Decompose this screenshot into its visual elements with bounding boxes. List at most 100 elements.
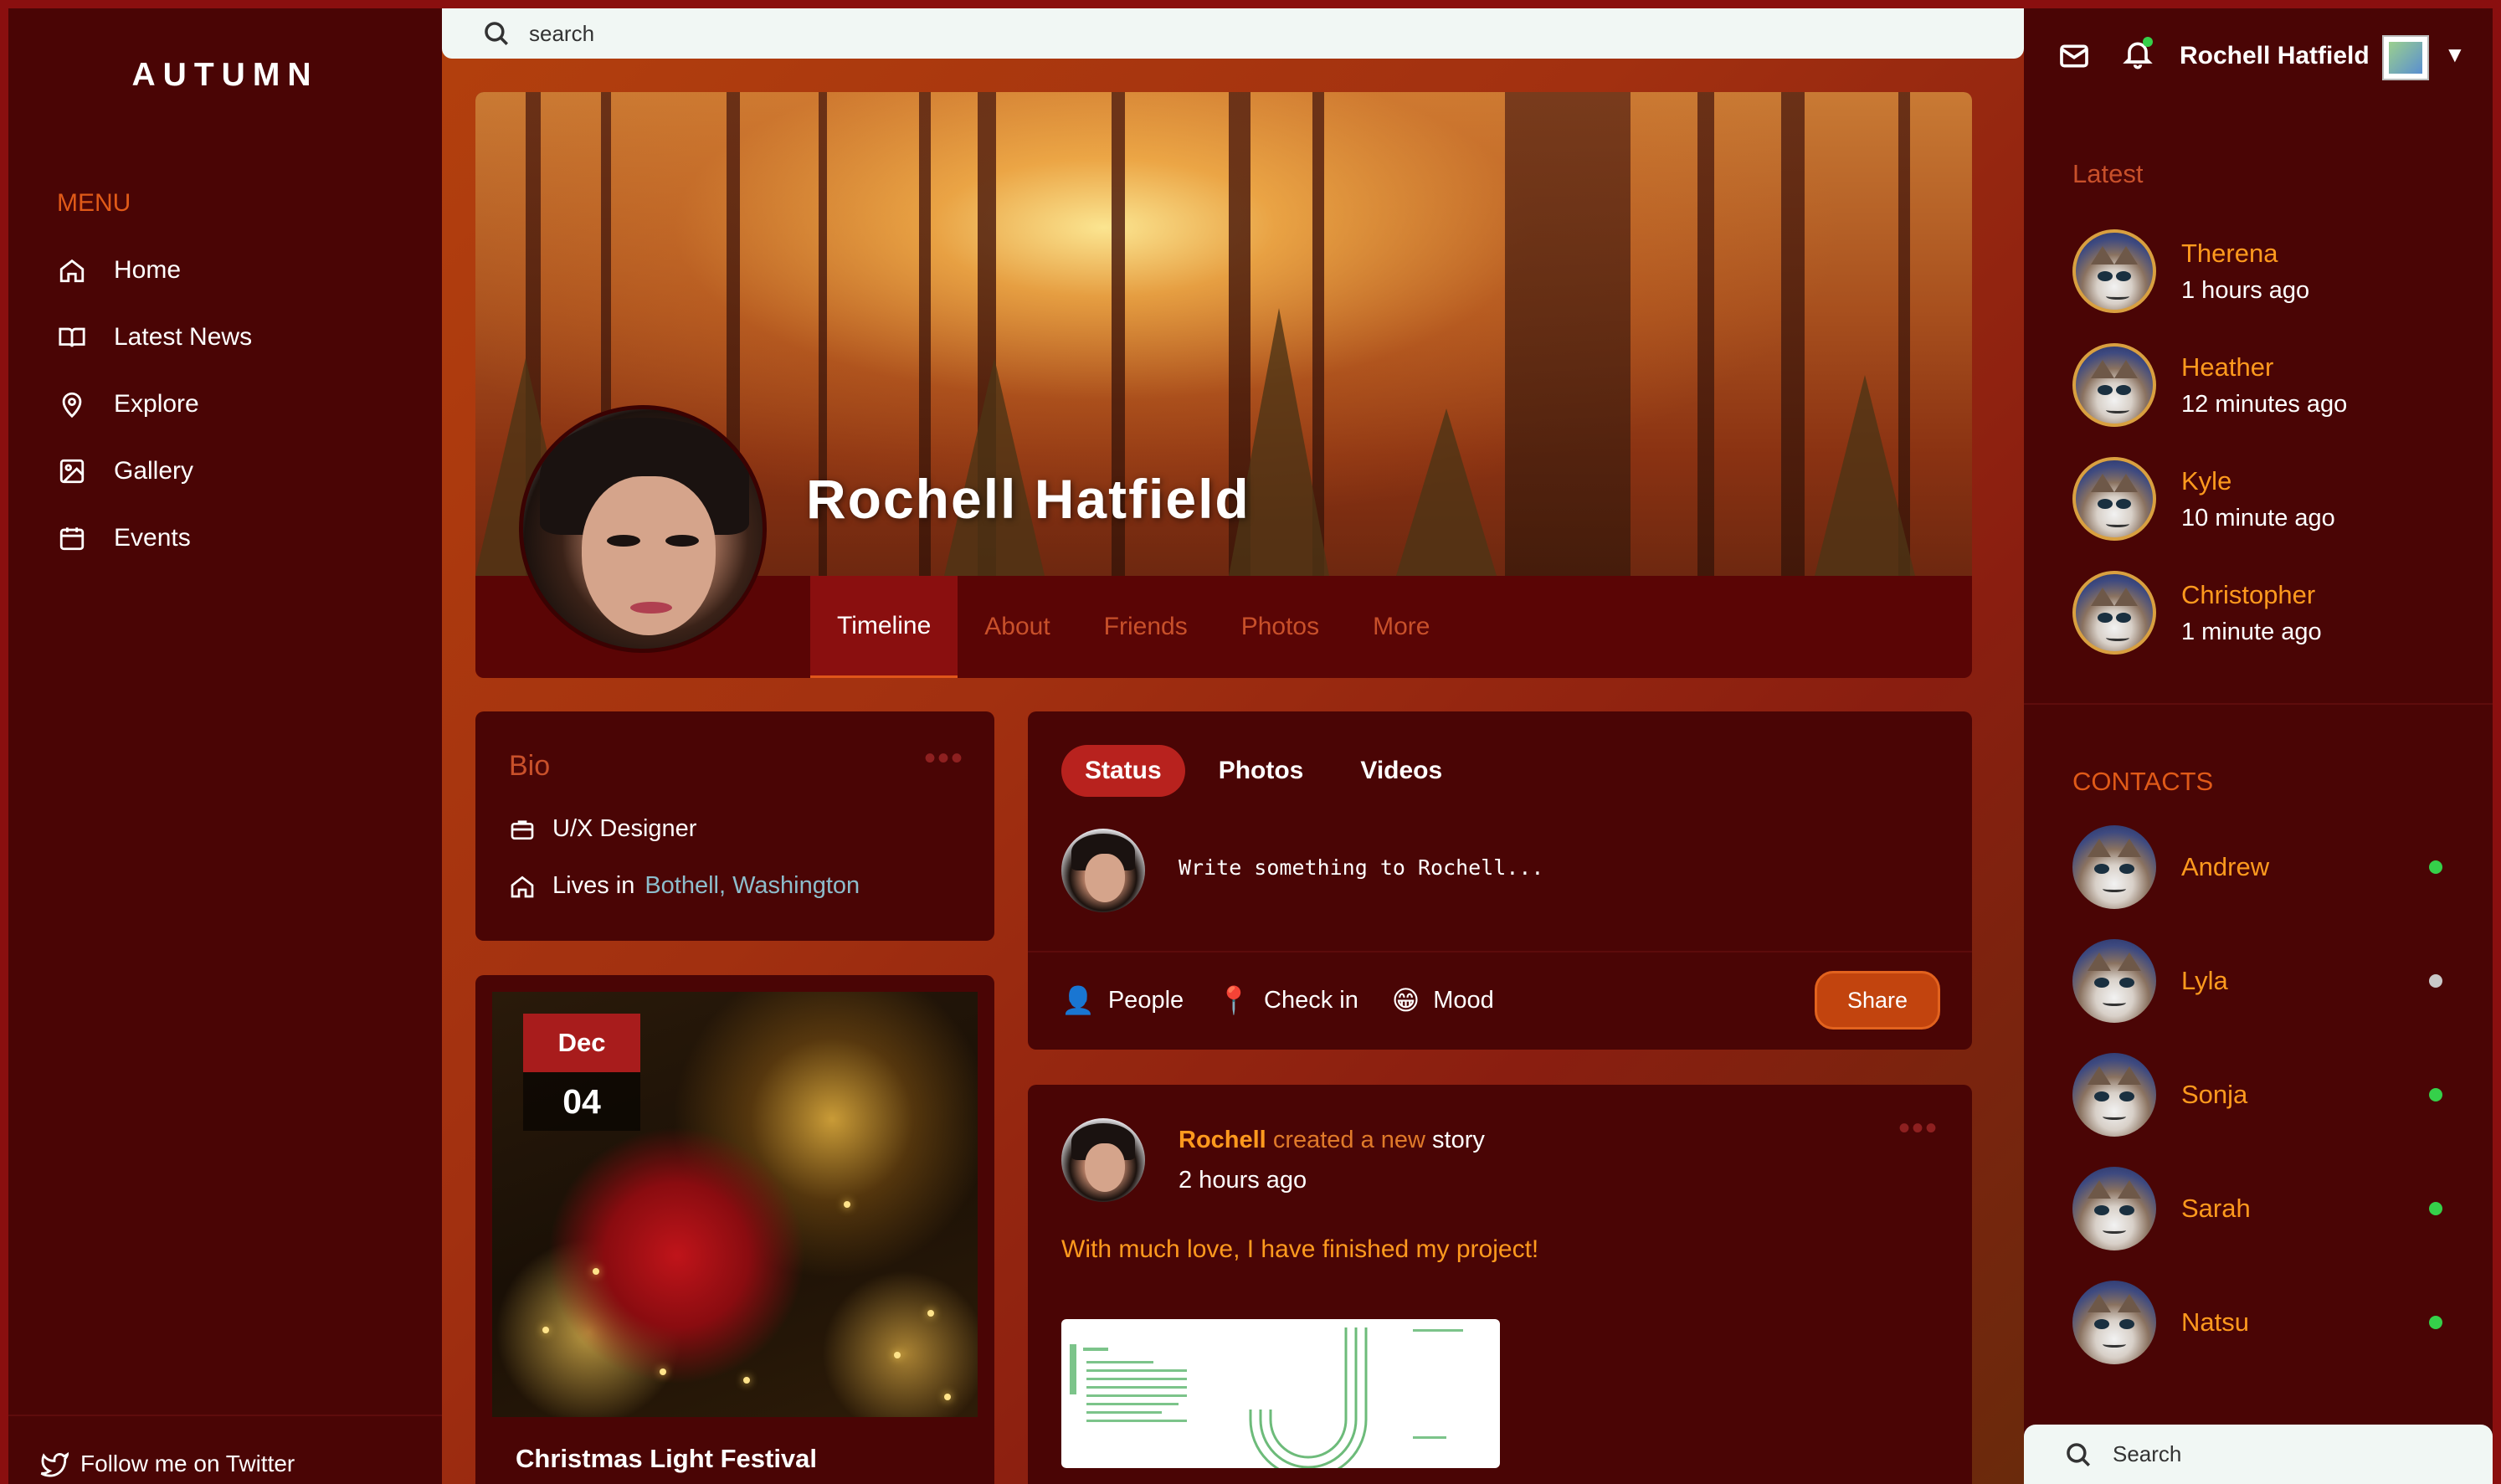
left-sidebar: AUTUMN MENU Home Latest News Explore Gal… (8, 8, 442, 1484)
search-icon[interactable] (482, 19, 511, 48)
contact-item[interactable]: Sonja (2072, 1053, 2247, 1137)
bio-job: U/X Designer (509, 815, 696, 843)
tab-friends[interactable]: Friends (1077, 576, 1215, 678)
bio-title: Bio (509, 750, 551, 782)
avatar (2072, 1281, 2156, 1364)
tag-people-button[interactable]: 👤 People (1061, 984, 1184, 1016)
avatar (2072, 343, 2156, 427)
event-title[interactable]: Christmas Light Festival (516, 1444, 817, 1474)
latest-item[interactable]: Kyle 10 minute ago (2072, 457, 2335, 541)
tab-photos[interactable]: Photos (1215, 576, 1346, 678)
top-search-bar (442, 8, 2024, 59)
contact-item[interactable]: Lyla (2072, 939, 2228, 1023)
sidebar-item-label: Latest News (114, 323, 253, 351)
bio-more-button[interactable]: ••• (924, 740, 964, 778)
user-name[interactable]: Rochell Hatfield (2180, 42, 2370, 70)
bio-lives-prefix: Lives in (552, 872, 635, 899)
book-icon (57, 322, 87, 352)
tab-more[interactable]: More (1346, 576, 1456, 678)
check-in-label: Check in (1264, 986, 1358, 1014)
online-status-dot (2429, 1088, 2442, 1101)
latest-time: 10 minute ago (2181, 504, 2335, 531)
search-icon[interactable] (2064, 1440, 2093, 1469)
online-status-dot (2429, 1316, 2442, 1329)
sidebar-item-explore[interactable]: Explore (57, 383, 199, 425)
latest-name: Kyle (2181, 465, 2232, 496)
profile-cover-card: Rochell Hatfield Timeline About Friends … (475, 92, 1972, 678)
profile-avatar[interactable] (519, 405, 767, 653)
topbar-icons (2057, 37, 2154, 74)
profile-tabs: Timeline About Friends Photos More (810, 576, 1456, 678)
post-image[interactable] (1061, 1319, 1500, 1468)
sidebar-item-home[interactable]: Home (57, 249, 181, 291)
avatar[interactable] (1061, 1118, 1145, 1202)
post-text: With much love, I have finished my proje… (1061, 1235, 1539, 1263)
tag-people-label: People (1107, 986, 1184, 1014)
sidebar-item-label: Events (114, 524, 191, 552)
bio-card: Bio ••• U/X Designer Lives in Bothell, W… (475, 711, 994, 941)
composer-tab-videos[interactable]: Videos (1337, 745, 1466, 797)
contact-search-input[interactable] (2113, 1441, 2447, 1467)
contacts-title: CONTACTS (2072, 767, 2214, 796)
sidebar-item-events[interactable]: Events (57, 517, 191, 559)
user-menu-caret-icon[interactable]: ▼ (2444, 42, 2466, 68)
avatar (2072, 1053, 2156, 1137)
search-input[interactable] (529, 20, 1868, 47)
mail-icon[interactable] (2057, 39, 2091, 73)
notification-dot (2143, 37, 2153, 47)
calendar-icon (57, 523, 87, 553)
notifications-button[interactable] (2121, 37, 2154, 74)
home-icon (57, 255, 87, 285)
contact-item[interactable]: Natsu (2072, 1281, 2249, 1364)
contact-name: Sonja (2181, 1080, 2248, 1109)
twitter-follow-link[interactable]: Follow me on Twitter (40, 1450, 295, 1478)
post-action-text: created a new (1272, 1127, 1425, 1153)
twitter-icon (40, 1451, 69, 1477)
tab-about[interactable]: About (958, 576, 1076, 678)
post-timestamp: 2 hours ago (1179, 1167, 1307, 1194)
latest-name: Christopher (2181, 579, 2316, 609)
sidebar-item-label: Home (114, 256, 182, 284)
user-avatar[interactable] (2382, 35, 2429, 80)
menu-title: MENU (57, 189, 131, 217)
post-object[interactable]: story (1432, 1127, 1485, 1153)
online-status-dot (2429, 860, 2442, 874)
share-button[interactable]: Share (1815, 971, 1940, 1030)
latest-item[interactable]: Therena 1 hours ago (2072, 229, 2309, 313)
post-image-graphic (1070, 1327, 1463, 1468)
composer-tabs: Status Photos Videos (1061, 745, 1476, 797)
image-icon (57, 456, 87, 486)
mood-button[interactable]: 😁 Mood (1392, 984, 1494, 1016)
composer-input[interactable]: Write something to Rochell... (1179, 855, 1544, 880)
contact-item[interactable]: Andrew (2072, 825, 2269, 909)
sidebar-item-latest-news[interactable]: Latest News (57, 316, 252, 358)
avatar (1061, 829, 1145, 912)
post-header: Rochell created a new story (1179, 1127, 1485, 1154)
profile-name: Rochell Hatfield (806, 468, 1250, 530)
composer-tab-status[interactable]: Status (1061, 745, 1185, 797)
sidebar-item-label: Explore (114, 390, 199, 418)
map-pin-icon (57, 389, 87, 419)
composer-tab-photos[interactable]: Photos (1195, 745, 1328, 797)
post-author[interactable]: Rochell (1179, 1127, 1266, 1153)
contact-name: Lyla (2181, 966, 2228, 995)
check-in-button[interactable]: 📍 Check in (1217, 984, 1358, 1016)
latest-item[interactable]: Christopher 1 minute ago (2072, 571, 2322, 655)
event-card[interactable]: Dec 04 Christmas Light Festival (475, 975, 994, 1484)
contact-item[interactable]: Sarah (2072, 1167, 2251, 1250)
sidebar-item-label: Gallery (114, 457, 194, 485)
latest-name: Therena (2181, 238, 2278, 268)
bio-location-link[interactable]: Bothell, Washington (645, 872, 860, 900)
post-more-button[interactable]: ••• (1898, 1110, 1939, 1148)
briefcase-icon (511, 819, 534, 840)
tab-timeline[interactable]: Timeline (810, 576, 958, 678)
composer-actions: 👤 People 📍 Check in 😁 Mood (1061, 984, 1528, 1016)
avatar (2072, 229, 2156, 313)
avatar (2072, 1167, 2156, 1250)
sidebar-item-gallery[interactable]: Gallery (57, 450, 193, 492)
bio-job-label: U/X Designer (552, 815, 697, 842)
latest-time: 12 minutes ago (2181, 390, 2348, 418)
latest-item[interactable]: Heather 12 minutes ago (2072, 343, 2347, 427)
app-logo[interactable]: AUTUMN (8, 57, 442, 94)
event-date-month: Dec (523, 1014, 640, 1072)
